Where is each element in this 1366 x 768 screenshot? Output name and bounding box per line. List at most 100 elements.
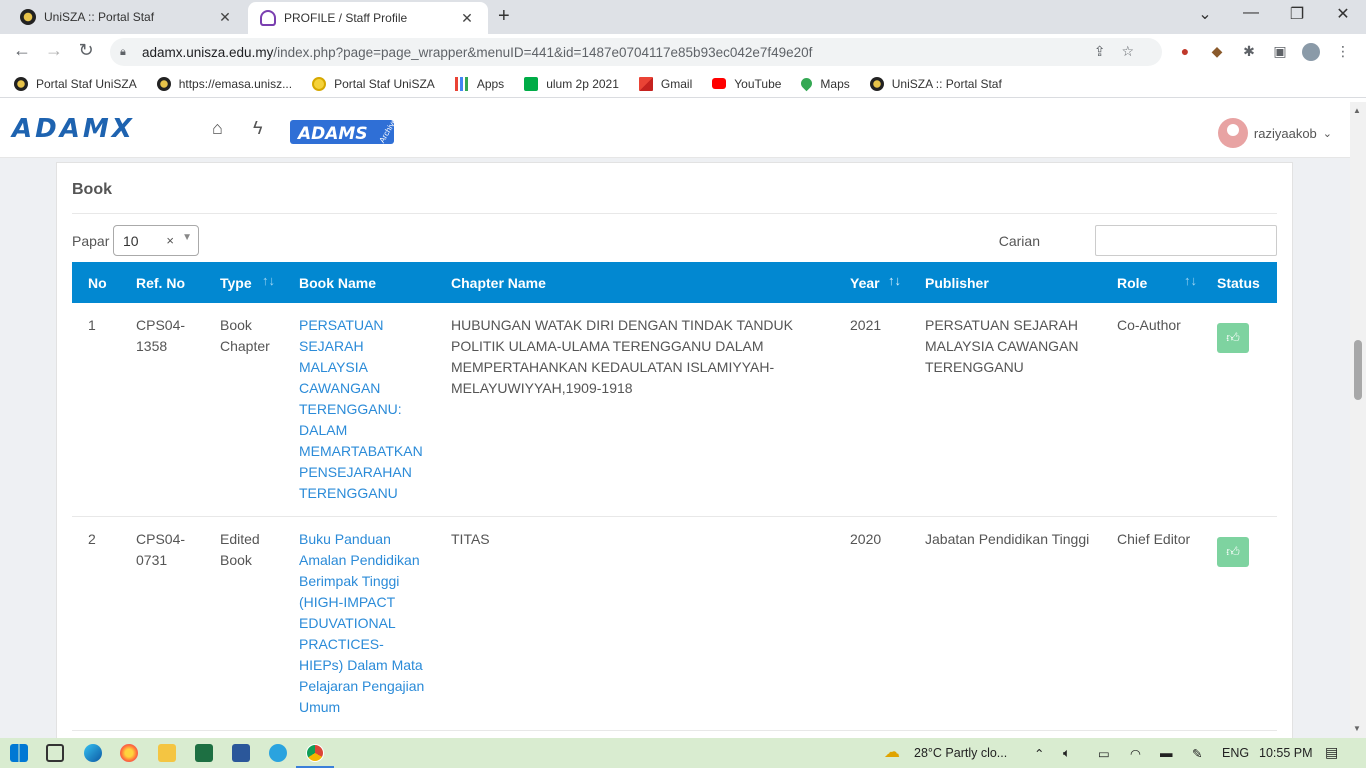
page-length-select[interactable]: 10 × ▼ xyxy=(113,225,199,256)
chevron-up-icon[interactable]: ⌃ xyxy=(1034,746,1044,761)
page-scrollbar[interactable]: ▲ ▼ xyxy=(1350,102,1366,738)
thumbs-up-icon[interactable]: 👍︎ xyxy=(1217,323,1249,353)
bookmark-unisza-portal[interactable]: UniSZA :: Portal Staf xyxy=(869,76,1002,91)
bookmark-apps[interactable]: Apps xyxy=(454,76,504,91)
column-header-type[interactable]: Type ↑↓ xyxy=(204,262,283,303)
cell-chapter: HUBUNGAN WATAK DIRI DENGAN TINDAK TANDUK… xyxy=(435,303,834,517)
tab-title: PROFILE / Staff Profile xyxy=(284,11,408,25)
forward-icon[interactable]: → xyxy=(42,40,66,61)
column-header-status[interactable]: Status xyxy=(1205,262,1277,303)
scroll-up-icon[interactable]: ▲ xyxy=(1353,106,1361,115)
lightning-icon[interactable]: ϟ xyxy=(253,118,263,139)
weather-text[interactable]: 28°C Partly clo... xyxy=(914,746,1007,760)
firefox-icon[interactable] xyxy=(120,744,138,762)
column-header-chapter-name[interactable]: Chapter Name xyxy=(435,262,834,303)
page-length-label: Papar xyxy=(72,233,110,249)
user-menu[interactable]: raziyaakob ⌄ xyxy=(1217,118,1332,148)
scroll-down-icon[interactable]: ▼ xyxy=(1353,724,1361,733)
excel-icon[interactable] xyxy=(195,744,213,762)
close-icon[interactable]: ✕ xyxy=(458,10,476,27)
column-header-book-name[interactable]: Book Name xyxy=(283,262,435,303)
column-header-role[interactable]: Role ↑↓ xyxy=(1101,262,1205,303)
sort-icon: ↑↓ xyxy=(1184,273,1197,288)
chevron-down-icon: ⌄ xyxy=(1322,127,1332,140)
scrollbar-thumb[interactable] xyxy=(1354,340,1362,400)
minimize-icon[interactable]: — xyxy=(1228,4,1274,22)
profile-avatar[interactable] xyxy=(1302,43,1320,61)
tab-title: UniSZA :: Portal Staf xyxy=(44,10,155,24)
app-header: ADAMX ⌂ ϟ raziyaakob ⌄ xyxy=(0,102,1350,158)
column-header-ref[interactable]: Ref. No xyxy=(120,262,204,303)
url-input[interactable]: 🔒︎ adamx.unisza.edu.my/index.php?page=pa… xyxy=(110,38,1162,66)
chrome-icon[interactable] xyxy=(306,744,324,762)
menu-kebab-icon[interactable]: ⋮ xyxy=(1334,43,1352,61)
bookmark-emasa[interactable]: https://emasa.unisz... xyxy=(156,76,292,91)
bookmark-portal-staf-2[interactable]: Portal Staf UniSZA xyxy=(312,76,435,91)
file-explorer-icon[interactable] xyxy=(158,744,176,762)
cell-year: 2021 xyxy=(834,303,909,517)
url-path: /index.php?page=page_wrapper&menuID=441&… xyxy=(273,44,813,60)
taskbar: ☁ 28°C Partly clo... ⌃ 🔈︎ ▭ ◠ ▬ ✎ ENG 10… xyxy=(0,738,1366,768)
table-row: 2 CPS04-0731 Edited Book Buku Panduan Am… xyxy=(72,516,1277,731)
sort-icon: ↑↓ xyxy=(888,273,901,288)
extensions-puzzle-icon[interactable]: ✱ xyxy=(1240,43,1258,61)
side-panel-icon[interactable]: ▣ xyxy=(1271,43,1289,61)
edge-icon[interactable] xyxy=(84,744,102,762)
tab-staff-profile[interactable]: PROFILE / Staff Profile ✕ xyxy=(248,2,488,34)
book-name-link[interactable]: Buku Panduan Amalan Pendidikan Berimpak … xyxy=(283,516,435,731)
reload-icon[interactable]: ↻ xyxy=(74,40,98,61)
cell-publisher: PERSATUAN SEJARAH MALAYSIA CAWANGAN TERE… xyxy=(909,303,1101,517)
clock[interactable]: 10:55 PM xyxy=(1259,746,1313,760)
bookmark-portal-staf[interactable]: Portal Staf UniSZA xyxy=(14,76,137,91)
url-host: adamx.unisza.edu.my xyxy=(142,44,274,60)
username: raziyaakob xyxy=(1253,125,1317,141)
column-header-year[interactable]: Year ↑↓ xyxy=(834,262,909,303)
new-tab-icon[interactable]: + xyxy=(498,5,510,28)
home-icon[interactable]: ⌂ xyxy=(212,118,223,139)
chevron-down-icon[interactable]: ⌄ xyxy=(1182,4,1228,24)
clear-icon[interactable]: × xyxy=(166,233,174,248)
tab-unisza-portal[interactable]: UniSZA :: Portal Staf ✕ xyxy=(8,0,246,34)
extension-owl-icon[interactable]: ◆ xyxy=(1208,43,1226,61)
notifications-icon[interactable]: ▤ xyxy=(1325,744,1338,761)
page-content: Book Papar 10 × ▼ Carian No Ref. No Type… xyxy=(0,158,1350,738)
close-icon[interactable]: ✕ xyxy=(216,9,234,26)
bookmark-youtube[interactable]: YouTube xyxy=(712,77,781,91)
weather-icon: ☁ xyxy=(884,744,900,761)
share-icon[interactable]: ⇪☆ xyxy=(1094,43,1150,60)
cell-no: 1 xyxy=(72,303,120,517)
windows-start-icon[interactable] xyxy=(10,744,28,762)
bookmark-gmail[interactable]: Gmail xyxy=(638,76,692,91)
adams-archive-badge[interactable]: ADAMS Archive xyxy=(290,118,394,146)
bookmark-maps[interactable]: Maps xyxy=(799,75,850,92)
adamx-logo[interactable]: ADAMX xyxy=(12,114,135,144)
cell-ref: CPS04-1358 xyxy=(120,303,204,517)
unisza-icon xyxy=(14,76,28,91)
book-name-link[interactable]: PERSATUAN SEJARAH MALAYSIA CAWANGAN TERE… xyxy=(283,303,435,517)
wifi-icon[interactable]: ◠ xyxy=(1130,746,1141,761)
back-icon[interactable]: ← xyxy=(10,40,34,61)
window-close-icon[interactable]: ✕ xyxy=(1320,4,1366,24)
cell-role: Co-Author xyxy=(1101,303,1205,517)
display-icon[interactable]: ▭ xyxy=(1098,746,1110,761)
cell-type: Book Chapter xyxy=(204,303,283,517)
bookmark-ulum[interactable]: ulum 2p 2021 xyxy=(524,76,619,91)
column-header-no[interactable]: No xyxy=(72,262,120,303)
thumbs-up-icon[interactable]: 👍︎ xyxy=(1217,537,1249,567)
browser-tabbar: UniSZA :: Portal Staf ✕ PROFILE / Staff … xyxy=(0,0,1366,34)
word-icon[interactable] xyxy=(232,744,250,762)
volume-icon[interactable]: 🔈︎ xyxy=(1063,746,1071,761)
task-view-icon[interactable] xyxy=(46,744,64,762)
battery-icon[interactable]: ▬ xyxy=(1160,746,1173,760)
pen-icon[interactable]: ✎ xyxy=(1192,746,1202,761)
language-indicator[interactable]: ENG xyxy=(1222,746,1249,760)
bookmarks-bar: Portal Staf UniSZA https://emasa.unisz..… xyxy=(0,70,1366,98)
search-input[interactable] xyxy=(1095,225,1277,256)
extension-apple-icon[interactable]: ● xyxy=(1176,43,1194,61)
column-header-publisher[interactable]: Publisher xyxy=(909,262,1101,303)
adams-badge-text: ADAMS xyxy=(296,124,368,144)
unisza-icon xyxy=(20,9,36,25)
restore-icon[interactable]: ❐ xyxy=(1274,4,1320,24)
cell-role: Chief Editor xyxy=(1101,516,1205,731)
telegram-icon[interactable] xyxy=(269,744,287,762)
